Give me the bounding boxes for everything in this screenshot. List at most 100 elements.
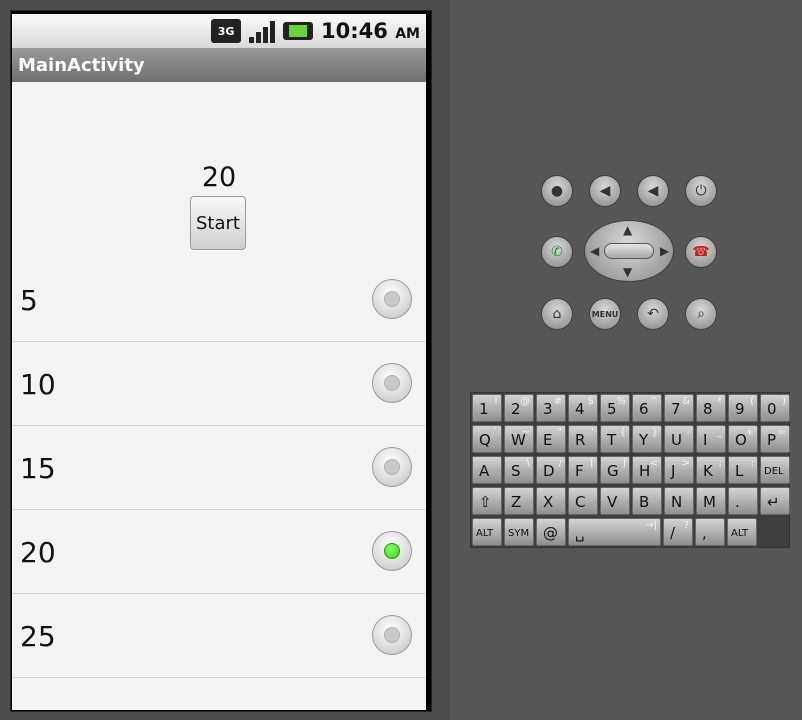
key-3-8[interactable]: .	[728, 487, 758, 515]
call-icon[interactable]: ✆	[541, 236, 573, 268]
key-3-6[interactable]: N	[664, 487, 694, 515]
home-icon[interactable]: ⌂	[541, 298, 573, 330]
key-4-4[interactable]: /?	[663, 518, 693, 546]
key-alt-label: *	[717, 396, 722, 407]
key-1-7[interactable]: I _	[696, 425, 726, 453]
key-1-1[interactable]: W ~	[504, 425, 534, 453]
key-4-2[interactable]: @	[536, 518, 566, 546]
list-item-20[interactable]: 20	[12, 510, 426, 594]
key-1-8[interactable]: O +	[728, 425, 758, 453]
key-3-5[interactable]: B	[632, 487, 662, 515]
key-alt-label: >	[681, 458, 690, 469]
camera-icon[interactable]: ●	[541, 175, 573, 207]
key-1-5[interactable]: Y}	[632, 425, 662, 453]
key-0-5[interactable]: 6 ^	[632, 394, 662, 422]
key-0-6[interactable]: 7 &	[664, 394, 694, 422]
key-0-1[interactable]: 2 @	[504, 394, 534, 422]
radio-button[interactable]	[372, 615, 412, 655]
key-2-8[interactable]: L:	[728, 456, 758, 484]
key-label: Y	[639, 431, 649, 449]
key-0-3[interactable]: 4 $	[568, 394, 598, 422]
key-0-8[interactable]: 9(	[728, 394, 758, 422]
key-3-7[interactable]: M	[696, 487, 726, 515]
list-item-15[interactable]: 15	[12, 426, 426, 510]
back-icon[interactable]: ↶	[637, 298, 669, 330]
key-2-2[interactable]: D /	[536, 456, 566, 484]
key-alt-label: &	[682, 396, 690, 407]
key-label: ␣	[575, 524, 585, 542]
key-label: I	[703, 431, 708, 449]
radio-button[interactable]	[372, 363, 412, 403]
key-label: G	[607, 462, 619, 480]
key-label: R	[575, 431, 586, 449]
start-button[interactable]: Start	[190, 196, 246, 250]
volume-up-icon[interactable]: ◀	[637, 175, 669, 207]
key-0-0[interactable]: 1!	[472, 394, 502, 422]
key-0-9[interactable]: 0)	[760, 394, 790, 422]
key-label: S	[511, 462, 521, 480]
key-alt-label: {	[619, 427, 626, 438]
key-label: 8	[703, 400, 713, 418]
dpad-right-icon[interactable]: ▶	[660, 245, 669, 257]
key-1-0[interactable]: Q `	[472, 425, 502, 453]
key-alt-label: #	[553, 396, 562, 407]
key-4-1[interactable]: SYM	[504, 518, 534, 546]
key-3-4[interactable]: V	[600, 487, 630, 515]
key-2-9[interactable]: DEL	[760, 456, 790, 484]
key-0-2[interactable]: 3 #	[536, 394, 566, 422]
menu-button[interactable]: MENU	[589, 298, 621, 330]
volume-down-icon[interactable]: ◀	[589, 175, 621, 207]
key-label: ALT	[476, 528, 494, 539]
key-2-7[interactable]: K;	[696, 456, 726, 484]
key-1-9[interactable]: P =	[760, 425, 790, 453]
list-item-label: 15	[20, 452, 56, 485]
key-label: J	[671, 462, 676, 480]
key-2-5[interactable]: H <	[632, 456, 662, 484]
key-label: /	[670, 524, 676, 542]
list-item-label: 5	[20, 284, 38, 317]
key-label: 0	[767, 400, 777, 418]
list-item-25[interactable]: 25	[12, 594, 426, 678]
list-item-label: 10	[20, 368, 56, 401]
key-1-2[interactable]: E "	[536, 425, 566, 453]
key-2-1[interactable]: S \	[504, 456, 534, 484]
key-3-0[interactable]: ⇧	[472, 487, 502, 515]
key-3-3[interactable]: C	[568, 487, 598, 515]
dpad-down-icon[interactable]: ▼	[623, 266, 632, 278]
key-3-2[interactable]: X	[536, 487, 566, 515]
key-4-0[interactable]: ALT	[472, 518, 502, 546]
key-1-4[interactable]: T{	[600, 425, 630, 453]
search-icon[interactable]: ⌕	[685, 298, 717, 330]
radio-button-selected[interactable]	[372, 531, 412, 571]
power-icon[interactable]: ⏻	[685, 175, 717, 207]
key-3-9[interactable]: ↵	[760, 487, 790, 515]
key-2-0[interactable]: A	[472, 456, 502, 484]
list-item-10[interactable]: 10	[12, 342, 426, 426]
list-item-label: 20	[20, 536, 56, 569]
key-4-6[interactable]: ALT	[727, 518, 757, 546]
end-call-icon[interactable]: ☎	[685, 236, 717, 268]
dpad-up-icon[interactable]: ▲	[623, 224, 632, 236]
key-4-5[interactable]: ,	[695, 518, 725, 546]
key-label: 1	[479, 400, 489, 418]
key-1-6[interactable]: U-	[664, 425, 694, 453]
key-0-7[interactable]: 8 *	[696, 394, 726, 422]
key-2-4[interactable]: G]	[600, 456, 630, 484]
dpad-left-icon[interactable]: ◀	[590, 245, 599, 257]
key-label: K	[703, 462, 713, 480]
radio-button[interactable]	[372, 447, 412, 487]
key-0-4[interactable]: 5%	[600, 394, 630, 422]
key-label: V	[607, 493, 618, 511]
key-label: P	[767, 431, 777, 449]
key-2-3[interactable]: F[	[568, 456, 598, 484]
key-3-1[interactable]: Z	[504, 487, 534, 515]
dpad-center-button[interactable]	[604, 243, 654, 259]
key-2-6[interactable]: J >	[664, 456, 694, 484]
key-1-3[interactable]: R '	[568, 425, 598, 453]
radio-button[interactable]	[372, 279, 412, 319]
list-item-5[interactable]: 5	[12, 258, 426, 342]
key-4-3[interactable]: ␣ →|	[568, 518, 661, 546]
key-alt-label: ^	[649, 396, 658, 407]
activity-title: MainActivity	[18, 54, 145, 76]
key-label: .	[735, 493, 740, 511]
